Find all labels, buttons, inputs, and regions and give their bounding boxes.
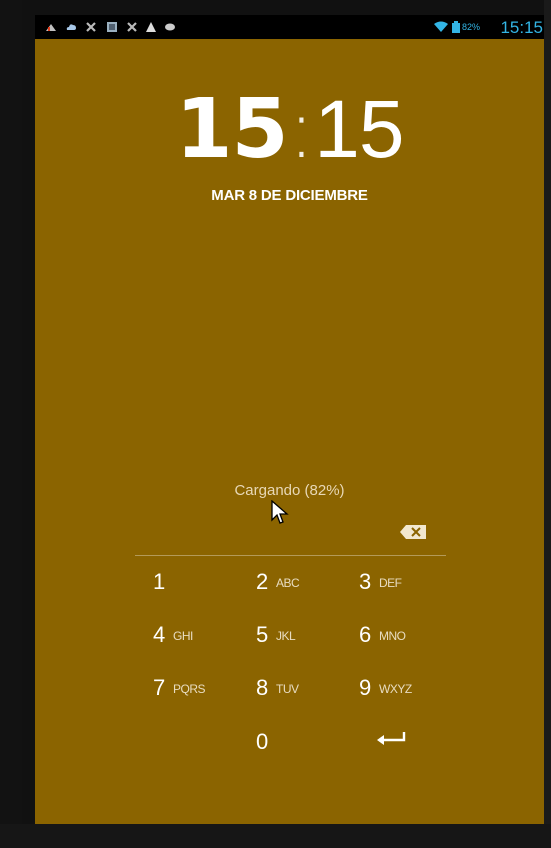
device-bezel-right bbox=[544, 0, 551, 848]
key-digit: 4 bbox=[153, 622, 166, 647]
lockscreen-date: MAR 8 DE DICIEMBRE bbox=[211, 187, 368, 204]
key-digit: 7 bbox=[153, 675, 166, 700]
warning-icon bbox=[146, 22, 156, 32]
key-digit: 0 bbox=[256, 729, 269, 754]
pin-entry-field[interactable] bbox=[135, 510, 445, 546]
charging-status: Cargando (82%) bbox=[234, 482, 345, 499]
lockscreen-clock: 15:15 bbox=[35, 85, 544, 175]
key-letters: JKL bbox=[276, 629, 296, 643]
key-7[interactable]: 7 PQRS bbox=[153, 667, 253, 711]
notification-icon bbox=[46, 24, 56, 31]
key-digit: 5 bbox=[256, 622, 269, 647]
key-1[interactable]: 1 bbox=[153, 561, 253, 605]
clock-minutes: 15 bbox=[314, 84, 404, 175]
key-letters: ABC bbox=[276, 576, 300, 590]
status-bar: 82% 15:15 bbox=[35, 15, 544, 39]
status-time: 15:15 bbox=[500, 18, 543, 37]
key-digit: 8 bbox=[256, 675, 269, 700]
backspace-icon[interactable] bbox=[400, 525, 426, 539]
key-0[interactable]: 0 bbox=[256, 721, 356, 765]
wifi-icon bbox=[434, 21, 448, 32]
key-digit: 9 bbox=[359, 675, 372, 700]
key-9[interactable]: 9 WXYZ bbox=[359, 667, 459, 711]
mouse-cursor-icon bbox=[271, 500, 289, 524]
key-digit: 1 bbox=[153, 569, 166, 594]
key-letters: DEF bbox=[379, 576, 402, 590]
key-letters: TUV bbox=[276, 682, 299, 696]
battery-icon bbox=[452, 21, 460, 33]
key-6[interactable]: 6 MNO bbox=[359, 614, 459, 658]
key-5[interactable]: 5 JKL bbox=[256, 614, 356, 658]
key-8[interactable]: 8 TUV bbox=[256, 667, 356, 711]
gallery-icon bbox=[107, 22, 117, 32]
key-letters: PQRS bbox=[173, 682, 206, 696]
key-digit: 3 bbox=[359, 569, 372, 594]
chat-icon bbox=[165, 23, 175, 31]
key-letters: MNO bbox=[379, 629, 406, 643]
battery-percent: 82% bbox=[462, 22, 481, 32]
lock-screen: 82% 15:15 15:15 MAR 8 DE DICIEMBRE Carga… bbox=[35, 15, 544, 824]
key-letters: GHI bbox=[173, 629, 193, 643]
sync-icon bbox=[86, 22, 96, 32]
keypad-divider bbox=[135, 555, 446, 556]
clock-hours: 15 bbox=[175, 82, 289, 177]
sync-icon bbox=[127, 22, 137, 32]
key-2[interactable]: 2 ABC bbox=[256, 561, 356, 605]
key-digit: 2 bbox=[256, 569, 269, 594]
enter-arrow-icon[interactable] bbox=[376, 731, 408, 747]
device-bezel-left bbox=[0, 0, 22, 848]
clock-separator: : bbox=[287, 82, 316, 177]
device-bezel-bottom bbox=[0, 824, 551, 848]
key-letters: WXYZ bbox=[379, 682, 412, 696]
key-4[interactable]: 4 GHI bbox=[153, 614, 253, 658]
key-3[interactable]: 3 DEF bbox=[359, 561, 459, 605]
key-digit: 6 bbox=[359, 622, 372, 647]
cloud-icon bbox=[66, 24, 76, 30]
